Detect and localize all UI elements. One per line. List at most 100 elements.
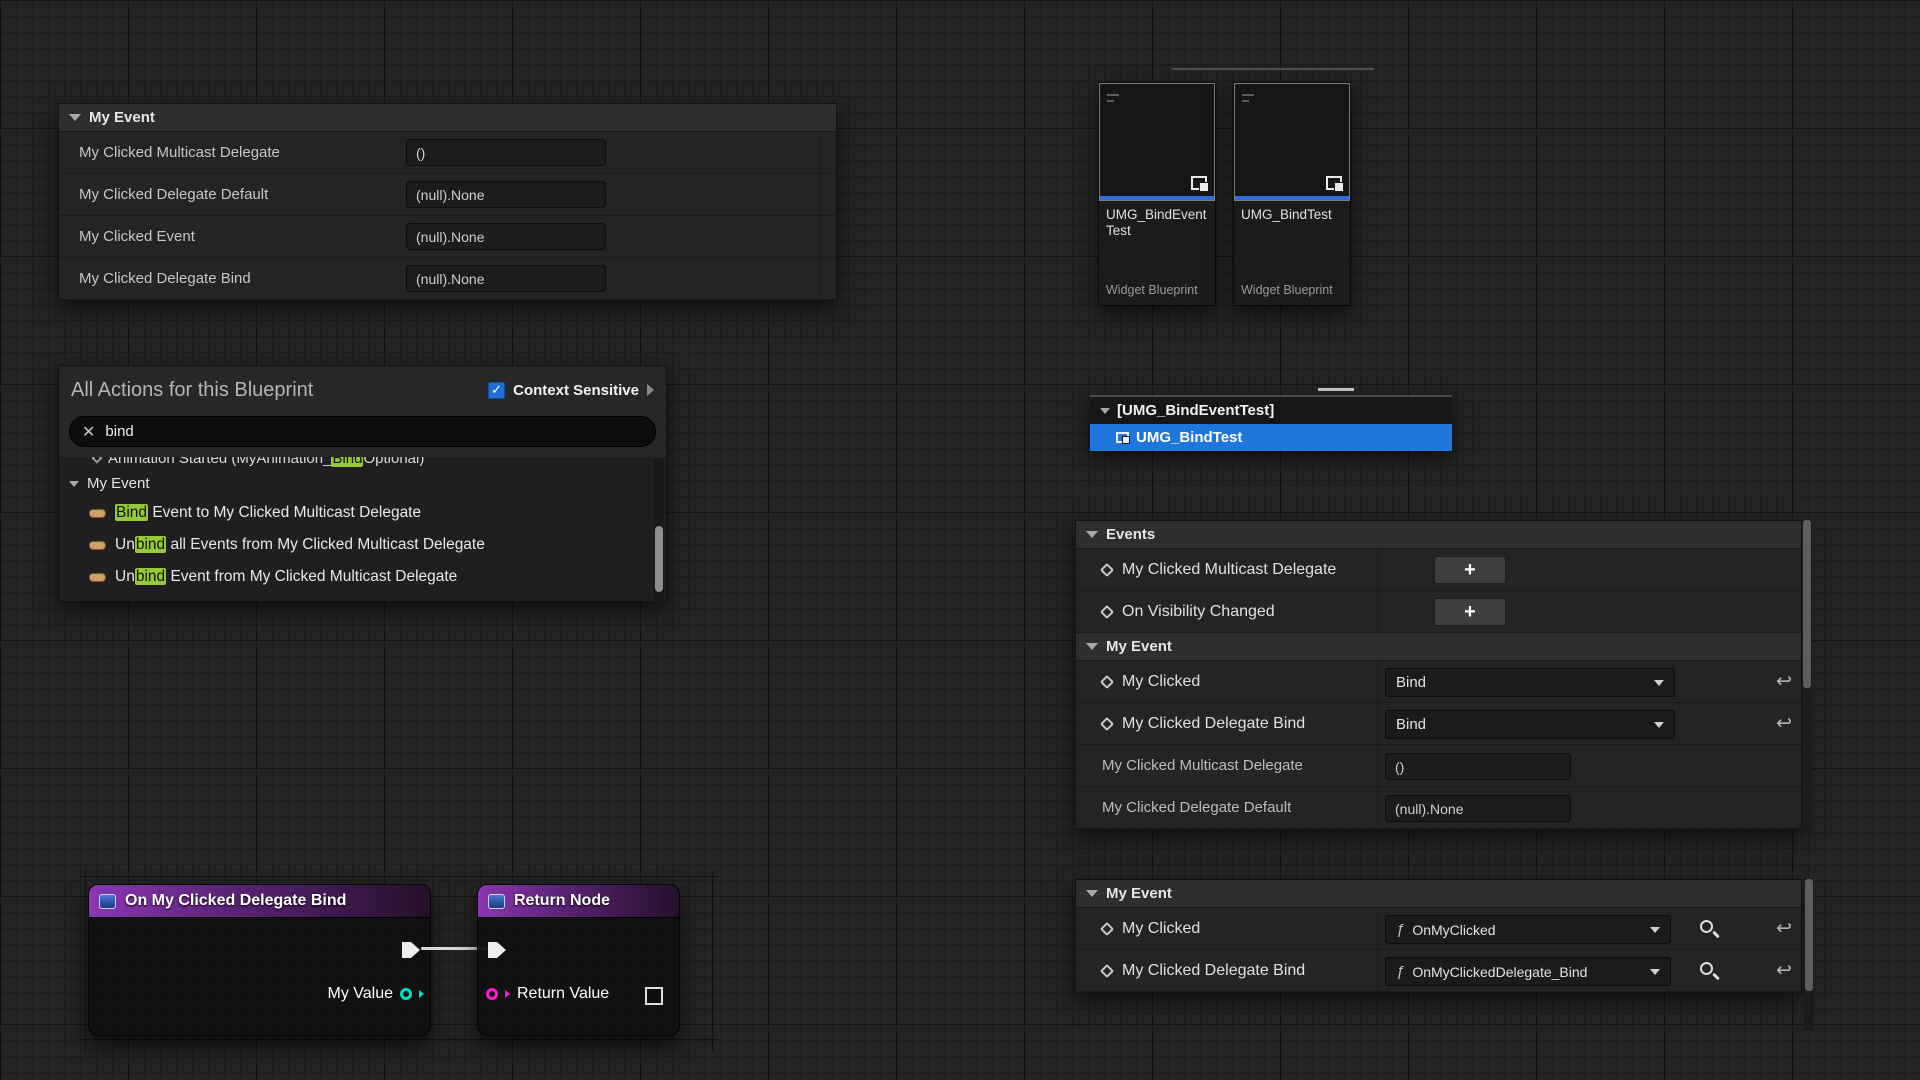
browse-to-function-icon[interactable] bbox=[1700, 920, 1713, 933]
details-panel-my-event-defaults: My Event My Clicked Multicast Delegate (… bbox=[58, 103, 837, 301]
details-panel-right: Events My Clicked Multicast Delegate + O… bbox=[1075, 520, 1802, 830]
event-row-on-visibility-changed: On Visibility Changed + bbox=[1076, 591, 1801, 633]
function-dropdown[interactable]: ƒ OnMyClickedDelegate_Bind bbox=[1385, 957, 1671, 986]
hierarchy-selected-row[interactable]: UMG_BindTest bbox=[1090, 424, 1452, 451]
section-header-events[interactable]: Events bbox=[1076, 521, 1801, 549]
actions-menu-titlebar: All Actions for this Blueprint ✓ Context… bbox=[59, 366, 666, 414]
scrollbar-thumb[interactable] bbox=[1805, 879, 1813, 991]
reset-to-default-icon[interactable]: ↩ bbox=[1776, 670, 1792, 693]
checkbox-checked-icon[interactable]: ✓ bbox=[488, 382, 505, 399]
reset-to-default-icon[interactable]: ↩ bbox=[1776, 712, 1792, 735]
hierarchy-root-label: [UMG_BindEventTest] bbox=[1117, 402, 1274, 419]
node-on-my-clicked-delegate-bind[interactable]: On My Clicked Delegate Bind My Value bbox=[88, 884, 431, 1036]
function-dropdown[interactable]: ƒ OnMyClicked bbox=[1385, 915, 1671, 944]
property-value-field[interactable]: () bbox=[406, 139, 606, 166]
node-return-node[interactable]: Return Node Return Value bbox=[477, 884, 680, 1036]
scrollbar-thumb[interactable] bbox=[655, 526, 663, 592]
exec-output-pin[interactable] bbox=[402, 942, 420, 958]
asset-thumbnail[interactable] bbox=[1234, 83, 1350, 201]
bind-dropdown[interactable]: Bind bbox=[1385, 710, 1675, 739]
scrollbar-thumb[interactable] bbox=[1803, 520, 1811, 688]
browse-to-function-icon[interactable] bbox=[1700, 962, 1713, 975]
delegate-icon bbox=[89, 541, 106, 550]
section-title: My Event bbox=[1106, 638, 1172, 655]
chevron-down-icon bbox=[1654, 722, 1664, 728]
event-label: My Clicked bbox=[1122, 673, 1200, 691]
property-row: My Clicked Multicast Delegate () bbox=[1076, 745, 1801, 787]
input-pin-return-value[interactable]: Return Value bbox=[486, 985, 609, 1003]
column-divider bbox=[1377, 745, 1378, 786]
section-title: My Event bbox=[89, 109, 155, 126]
pin-label: My Value bbox=[327, 985, 393, 1003]
match-highlight: bind bbox=[135, 568, 166, 585]
actions-menu-title: All Actions for this Blueprint bbox=[71, 379, 313, 402]
column-divider bbox=[1377, 950, 1378, 991]
function-icon: ƒ bbox=[1396, 921, 1404, 938]
section-header-my-event[interactable]: My Event bbox=[1076, 880, 1801, 908]
column-divider bbox=[1377, 703, 1378, 744]
hierarchy-root-row[interactable]: [UMG_BindEventTest] bbox=[1090, 397, 1452, 424]
clear-search-icon[interactable]: ✕ bbox=[82, 422, 95, 442]
section-header-my-event[interactable]: My Event bbox=[59, 104, 836, 132]
widget-blueprint-icon bbox=[1326, 176, 1342, 190]
property-row: My Clicked Delegate Default (null).None bbox=[59, 174, 836, 216]
category-label: My Event bbox=[87, 475, 150, 492]
function-icon: ƒ bbox=[1396, 963, 1404, 980]
asset-thumbnail[interactable] bbox=[1099, 83, 1215, 201]
reset-to-default-icon[interactable]: ↩ bbox=[1776, 959, 1792, 982]
output-pin-my-value[interactable]: My Value bbox=[327, 985, 424, 1003]
chevron-down-icon bbox=[1654, 680, 1664, 686]
scrollbar-track[interactable] bbox=[1802, 520, 1812, 832]
column-divider bbox=[1377, 661, 1378, 702]
event-label: My Clicked Delegate Bind bbox=[1122, 962, 1305, 980]
chevron-down-icon bbox=[1650, 969, 1660, 975]
search-input[interactable] bbox=[105, 423, 643, 440]
chevron-right-icon[interactable] bbox=[647, 384, 654, 396]
collapse-arrow-icon bbox=[1086, 890, 1098, 897]
node-header[interactable]: On My Clicked Delegate Bind bbox=[89, 885, 430, 918]
bind-dropdown[interactable]: Bind bbox=[1385, 668, 1675, 697]
event-label: My Clicked Delegate Bind bbox=[1122, 715, 1305, 733]
scrollbar-track[interactable] bbox=[1804, 879, 1814, 1031]
thumbnail-detail bbox=[1242, 100, 1249, 102]
delegate-icon bbox=[89, 573, 106, 582]
return-value-checkbox[interactable] bbox=[645, 987, 663, 1005]
asset-umg-bindeventtest[interactable]: UMG_BindEventTest Widget Blueprint bbox=[1098, 82, 1216, 306]
property-value-field[interactable]: (null).None bbox=[1385, 795, 1571, 822]
action-item-clipped[interactable]: Animation Started (MyAnimation_BindOptio… bbox=[59, 457, 666, 470]
data-pin-icon[interactable] bbox=[400, 988, 412, 1000]
asset-type: Widget Blueprint bbox=[1106, 283, 1208, 297]
context-sensitive-toggle[interactable]: ✓ Context Sensitive bbox=[488, 382, 654, 399]
property-value-field[interactable]: (null).None bbox=[406, 265, 606, 292]
asset-color-bar bbox=[1235, 196, 1349, 200]
reset-to-default-icon[interactable]: ↩ bbox=[1776, 917, 1792, 940]
data-pin-icon[interactable] bbox=[486, 988, 498, 1000]
column-divider bbox=[819, 132, 820, 300]
add-event-button[interactable]: + bbox=[1434, 556, 1506, 584]
search-bar[interactable]: ✕ bbox=[69, 416, 656, 447]
exec-input-pin[interactable] bbox=[488, 942, 506, 958]
event-pin-icon bbox=[1100, 963, 1114, 977]
selection-mark bbox=[79, 1039, 719, 1040]
details-row-my-clicked-delegate-bind: My Clicked Delegate Bind Bind ↩ bbox=[1076, 703, 1801, 745]
asset-umg-bindtest[interactable]: UMG_BindTest Widget Blueprint bbox=[1233, 82, 1351, 306]
widget-hierarchy-panel: [UMG_BindEventTest] UMG_BindTest bbox=[1090, 395, 1452, 451]
asset-name: UMG_BindEventTest bbox=[1106, 207, 1208, 239]
property-value-field[interactable]: (null).None bbox=[406, 223, 606, 250]
pin-label: Return Value bbox=[517, 985, 609, 1003]
action-item-unbind-all[interactable]: Unbind all Events from My Clicked Multic… bbox=[59, 529, 666, 561]
match-highlight: Bind bbox=[331, 457, 363, 467]
action-item-bind-event[interactable]: Bind Event to My Clicked Multicast Deleg… bbox=[59, 497, 666, 529]
add-event-button[interactable]: + bbox=[1434, 598, 1506, 626]
action-item-unbind-event[interactable]: Unbind Event from My Clicked Multicast D… bbox=[59, 561, 666, 593]
event-pin-icon bbox=[1100, 716, 1114, 730]
property-value-field[interactable]: () bbox=[1385, 753, 1571, 780]
category-my-event[interactable]: My Event bbox=[59, 470, 666, 497]
function-entry-icon bbox=[99, 894, 116, 909]
property-value-field[interactable]: (null).None bbox=[406, 181, 606, 208]
property-row: My Clicked Delegate Bind (null).None bbox=[59, 258, 836, 300]
match-highlight: Bind bbox=[115, 504, 148, 521]
collapse-arrow-icon[interactable] bbox=[1100, 408, 1110, 414]
node-header[interactable]: Return Node bbox=[478, 885, 679, 918]
section-header-my-event[interactable]: My Event bbox=[1076, 633, 1801, 661]
